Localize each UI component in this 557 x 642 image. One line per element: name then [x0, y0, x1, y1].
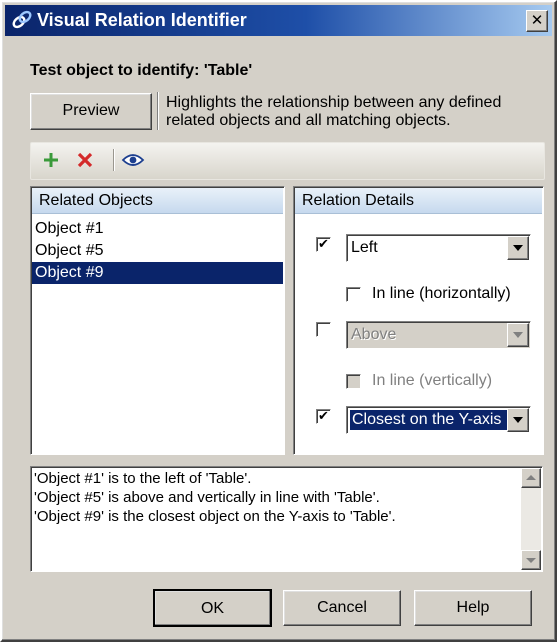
related-objects-list: Object #1 Object #5 Object #9 — [32, 218, 283, 284]
proximity-relation-value: Closest on the Y-axis — [350, 410, 508, 430]
proximity-relation-select[interactable]: Closest on the Y-axis — [346, 406, 531, 434]
add-icon[interactable] — [39, 147, 63, 173]
scroll-down-icon[interactable] — [521, 550, 541, 570]
delete-icon[interactable] — [73, 147, 97, 173]
cancel-button[interactable]: Cancel — [283, 590, 401, 626]
eye-icon[interactable] — [121, 147, 145, 173]
summary-line: 'Object #5' is above and vertically in l… — [34, 489, 380, 506]
ok-button[interactable]: OK — [153, 589, 272, 627]
chevron-down-icon[interactable] — [507, 236, 529, 260]
close-button[interactable]: ✕ — [526, 10, 548, 32]
dialog-window: Visual Relation Identifier ✕ Test object… — [0, 0, 557, 642]
page-title: Test object to identify: 'Table' — [30, 62, 253, 79]
proximity-relation-checkbox[interactable]: ✔ — [316, 409, 331, 424]
close-icon: ✕ — [530, 12, 544, 29]
horizontal-relation-value: Left — [351, 239, 378, 256]
relation-summary: 'Object #1' is to the left of 'Table'. '… — [30, 466, 543, 572]
vertical-relation-checkbox[interactable] — [316, 322, 331, 337]
list-item[interactable]: Object #5 — [32, 240, 283, 262]
summary-line: 'Object #9' is the closest object on the… — [34, 508, 396, 525]
horizontal-relation-select[interactable]: Left — [346, 234, 531, 262]
list-item-selected[interactable]: Object #9 — [32, 262, 283, 284]
toolbar — [30, 142, 545, 180]
related-objects-header: Related Objects — [32, 188, 283, 214]
relation-details-panel: Relation Details ✔ Left In line (horizon… — [293, 186, 544, 455]
preview-description-line: related objects and all matching objects… — [166, 112, 451, 129]
chevron-down-icon[interactable] — [507, 323, 529, 347]
inline-vertical-checkbox[interactable] — [346, 374, 361, 389]
list-item[interactable]: Object #1 — [32, 218, 283, 240]
chevron-down-icon[interactable] — [507, 408, 529, 432]
inline-vertical-label: In line (vertically) — [372, 372, 493, 389]
help-button[interactable]: Help — [414, 590, 532, 626]
preview-description: Highlights the relationship between any … — [166, 94, 546, 130]
divider — [157, 92, 159, 130]
inline-horizontal-checkbox[interactable] — [346, 287, 361, 302]
preview-description-line: Highlights the relationship between any … — [166, 94, 502, 111]
related-objects-panel: Related Objects Object #1 Object #5 Obje… — [30, 186, 285, 455]
horizontal-relation-checkbox[interactable]: ✔ — [316, 237, 331, 252]
inline-horizontal-label: In line (horizontally) — [372, 285, 511, 302]
relation-details-header: Relation Details — [295, 188, 542, 214]
relation-chain-icon — [12, 10, 32, 29]
toolbar-separator — [113, 149, 115, 171]
summary-line: 'Object #1' is to the left of 'Table'. — [34, 470, 252, 487]
preview-button[interactable]: Preview — [30, 93, 152, 130]
scrollbar[interactable] — [521, 468, 541, 570]
vertical-relation-select[interactable]: Above — [346, 321, 531, 349]
scroll-up-icon[interactable] — [521, 468, 541, 488]
vertical-relation-value: Above — [351, 326, 397, 343]
title-bar[interactable]: Visual Relation Identifier ✕ — [5, 5, 552, 36]
window-title: Visual Relation Identifier — [37, 10, 247, 30]
